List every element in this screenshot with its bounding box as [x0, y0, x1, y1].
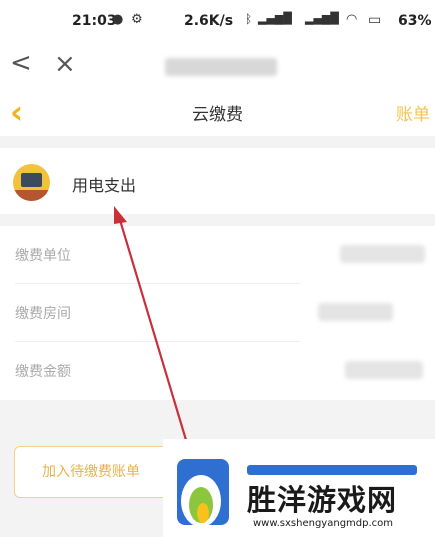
- watermark-logo-icon: [177, 459, 229, 527]
- watermark-banner: [247, 465, 417, 475]
- watermark: 胜洋游戏网 www.sxshengyangmdp.com: [163, 439, 435, 537]
- watermark-title: 胜洋游戏网: [247, 483, 398, 517]
- watermark-url: www.sxshengyangmdp.com: [253, 518, 394, 529]
